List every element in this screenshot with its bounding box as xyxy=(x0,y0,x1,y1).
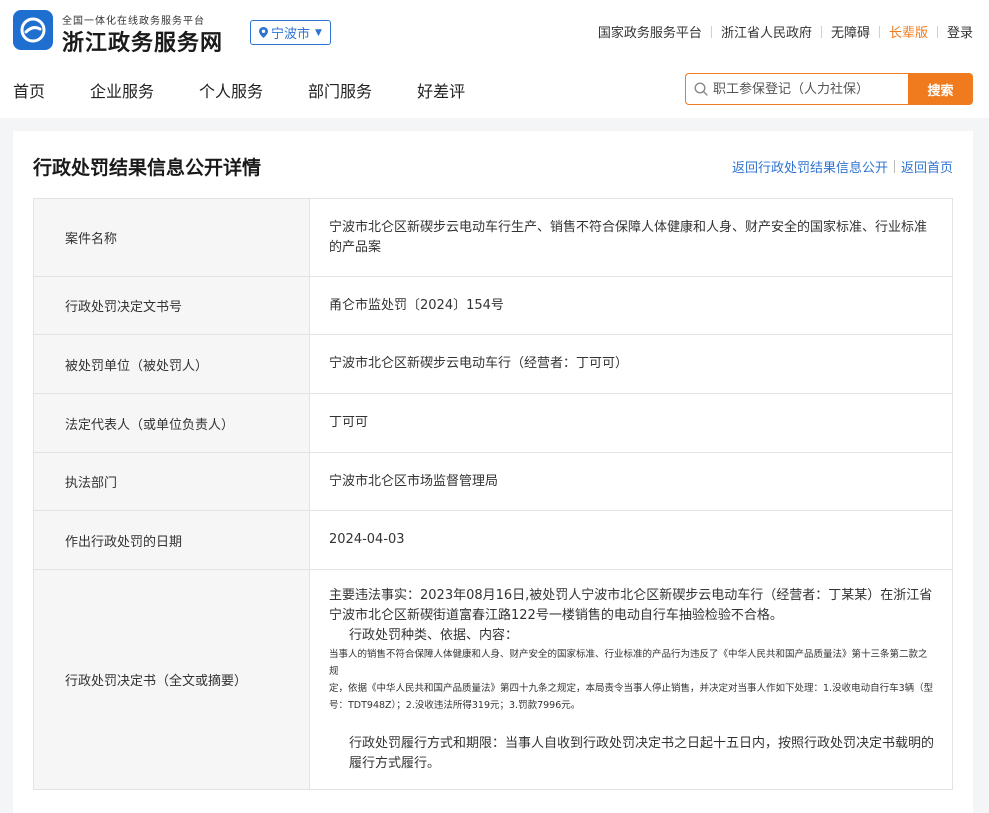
row-label: 行政处罚决定文书号 xyxy=(33,276,310,335)
decision-basis-line1: 当事人的销售不符合保障人体健康和人身、财产安全的国家标准、行业标准的产品行为违反… xyxy=(329,648,928,677)
row-value: 主要违法事实：2023年08月16日,被处罚人宁波市北仑区新碶步云电动车行（经营… xyxy=(309,569,953,790)
site-header: 全国一体化在线政务服务平台 浙江政务服务网 宁波市 ▼ 国家政务服务平台 浙江省… xyxy=(0,0,989,118)
search-bar: 搜索 xyxy=(685,73,973,105)
divider xyxy=(893,160,895,173)
row-label: 被处罚单位（被处罚人） xyxy=(33,334,310,394)
nav-item-home[interactable]: 首页 xyxy=(13,78,45,102)
table-row: 案件名称 宁波市北仑区新碶步云电动车行生产、销售不符合保障人体健康和人身、财产安… xyxy=(33,198,953,277)
table-row: 被处罚单位（被处罚人） 宁波市北仑区新碶步云电动车行（经营者：丁可可） xyxy=(33,334,953,394)
search-icon xyxy=(694,82,708,96)
table-row: 行政处罚决定文书号 甬仑市监处罚〔2024〕154号 xyxy=(33,276,953,335)
row-value: 宁波市北仑区新碶步云电动车行生产、销售不符合保障人体健康和人身、财产安全的国家标… xyxy=(309,198,953,277)
row-label: 法定代表人（或单位负责人） xyxy=(33,393,310,453)
site-logo[interactable] xyxy=(13,10,53,50)
decision-facts: 主要违法事实：2023年08月16日,被处罚人宁波市北仑区新碶步云电动车行（经营… xyxy=(329,587,933,623)
link-provincial-gov[interactable]: 浙江省人民政府 xyxy=(712,22,821,41)
detail-card: 行政处罚结果信息公开详情 返回行政处罚结果信息公开 返回首页 案件名称 宁波市北… xyxy=(13,131,973,813)
login-link[interactable]: 登录 xyxy=(938,22,973,41)
search-box xyxy=(685,73,908,105)
link-accessibility[interactable]: 无障碍 xyxy=(822,22,879,41)
nav-item-enterprise[interactable]: 企业服务 xyxy=(90,78,154,102)
nav-item-personal[interactable]: 个人服务 xyxy=(199,78,263,102)
nav-item-evaluation[interactable]: 好差评 xyxy=(417,78,465,102)
detail-table: 案件名称 宁波市北仑区新碶步云电动车行生产、销售不符合保障人体健康和人身、财产安… xyxy=(33,198,953,790)
page-title: 行政处罚结果信息公开详情 xyxy=(33,157,262,179)
row-value: 宁波市北仑区市场监督管理局 xyxy=(309,452,953,511)
table-row: 行政处罚决定书（全文或摘要） 主要违法事实：2023年08月16日,被处罚人宁波… xyxy=(33,569,953,790)
table-row: 执法部门 宁波市北仑区市场监督管理局 xyxy=(33,452,953,511)
top-links: 国家政务服务平台 浙江省人民政府 无障碍 长辈版 登录 xyxy=(589,22,973,41)
decision-text: 主要违法事实：2023年08月16日,被处罚人宁波市北仑区新碶步云电动车行（经营… xyxy=(329,586,934,774)
link-national-platform[interactable]: 国家政务服务平台 xyxy=(589,22,711,41)
logo-icon xyxy=(20,17,46,43)
table-row: 法定代表人（或单位负责人） 丁可可 xyxy=(33,393,953,453)
back-to-list-link[interactable]: 返回行政处罚结果信息公开 xyxy=(732,157,888,176)
table-row: 作出行政处罚的日期 2024-04-03 xyxy=(33,510,953,570)
back-to-home-link[interactable]: 返回首页 xyxy=(901,157,953,176)
decision-basis-heading: 行政处罚种类、依据、内容： xyxy=(349,627,519,643)
link-elder-mode[interactable]: 长辈版 xyxy=(880,22,937,41)
nav-item-department[interactable]: 部门服务 xyxy=(308,78,372,102)
row-value: 2024-04-03 xyxy=(309,510,953,570)
main-nav: 首页 企业服务 个人服务 部门服务 好差评 xyxy=(13,78,510,102)
chevron-down-icon: ▼ xyxy=(315,27,322,38)
brand-title[interactable]: 浙江政务服务网 xyxy=(62,25,223,57)
search-input[interactable] xyxy=(713,81,903,97)
row-label: 案件名称 xyxy=(33,198,310,277)
row-value: 宁波市北仑区新碶步云电动车行（经营者：丁可可） xyxy=(309,334,953,394)
city-selector[interactable]: 宁波市 ▼ xyxy=(250,20,331,45)
location-pin-icon xyxy=(259,27,268,38)
row-value: 丁可可 xyxy=(309,393,953,453)
city-label: 宁波市 xyxy=(271,27,311,42)
row-label: 执法部门 xyxy=(33,452,310,511)
row-value: 甬仑市监处罚〔2024〕154号 xyxy=(309,276,953,335)
row-label: 行政处罚决定书（全文或摘要） xyxy=(33,569,310,790)
breadcrumb: 返回行政处罚结果信息公开 返回首页 xyxy=(732,157,953,176)
row-label: 作出行政处罚的日期 xyxy=(33,510,310,570)
search-button[interactable]: 搜索 xyxy=(908,73,973,105)
decision-basis-line2: 定，依据《中华人民共和国产品质量法》第四十九条之规定，本局责令当事人停止销售，并… xyxy=(329,682,934,711)
decision-execution: 行政处罚履行方式和期限：当事人自收到行政处罚决定书之日起十五日内，按照行政处罚决… xyxy=(349,735,935,771)
